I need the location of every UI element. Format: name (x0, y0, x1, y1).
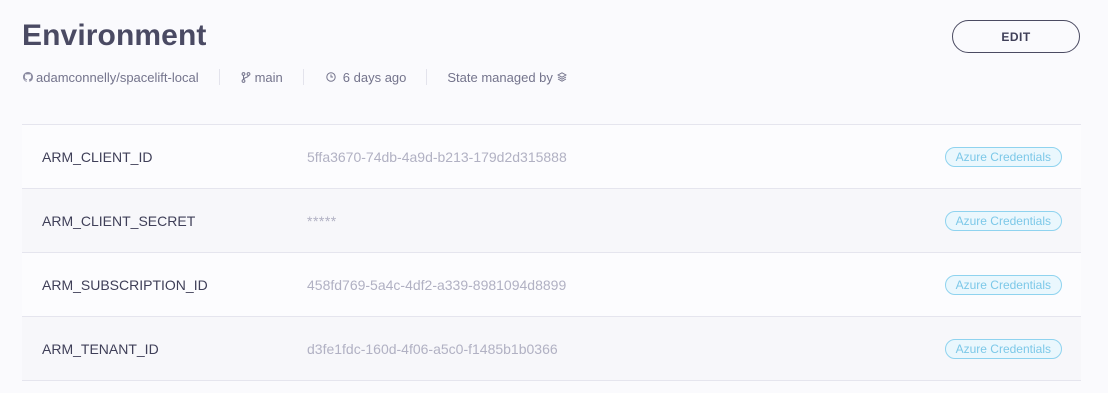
github-icon (22, 72, 33, 83)
state-label: State managed by (447, 69, 553, 85)
updated-info: 6 days ago (326, 68, 407, 86)
repo-link[interactable]: adamconnelly/spacelift-local (22, 68, 199, 86)
table-row[interactable]: ARM_TENANT_ID d3fe1fdc-160d-4f06-a5c0-f1… (22, 317, 1081, 381)
stack-meta-bar: adamconnelly/spacelift-local main 6 days… (22, 68, 568, 86)
state-info: State managed by (447, 68, 568, 86)
variable-value: 5ffa3670-74db-4a9d-b213-179d2d315888 (307, 148, 567, 165)
repo-name: adamconnelly/spacelift-local (36, 69, 199, 85)
table-row[interactable]: ARM_CLIENT_ID 5ffa3670-74db-4a9d-b213-17… (22, 125, 1081, 189)
spacelift-logo-icon (556, 72, 568, 83)
variable-name: ARM_CLIENT_ID (42, 148, 153, 165)
edit-button[interactable]: EDIT (952, 20, 1080, 53)
variable-name: ARM_CLIENT_SECRET (42, 212, 196, 229)
variable-name: ARM_TENANT_ID (42, 340, 159, 357)
variable-value: d3fe1fdc-160d-4f06-a5c0-f1485b1b0366 (307, 340, 558, 357)
context-badge[interactable]: Azure Credentials (944, 338, 1062, 359)
variable-name: ARM_SUBSCRIPTION_ID (42, 276, 208, 293)
updated-time: 6 days ago (342, 69, 407, 85)
context-badge[interactable]: Azure Credentials (944, 146, 1062, 167)
branch-name: main (254, 69, 283, 85)
clock-icon (326, 72, 337, 83)
branch-info: main (241, 68, 283, 86)
git-branch-icon (241, 71, 252, 83)
context-badge[interactable]: Azure Credentials (944, 210, 1062, 231)
context-badge[interactable]: Azure Credentials (944, 274, 1062, 295)
environment-variables-table: ARM_CLIENT_ID 5ffa3670-74db-4a9d-b213-17… (22, 124, 1081, 381)
table-row[interactable]: ARM_SUBSCRIPTION_ID 458fd769-5a4c-4df2-a… (22, 253, 1081, 317)
page-title: Environment (22, 19, 207, 52)
variable-value: ***** (307, 212, 337, 229)
meta-divider (302, 69, 304, 85)
table-row[interactable]: ARM_CLIENT_SECRET ***** Azure Credential… (22, 189, 1081, 253)
variable-value: 458fd769-5a4c-4df2-a339-8981094d8899 (307, 276, 567, 293)
meta-divider (426, 69, 428, 85)
meta-divider (218, 69, 220, 85)
